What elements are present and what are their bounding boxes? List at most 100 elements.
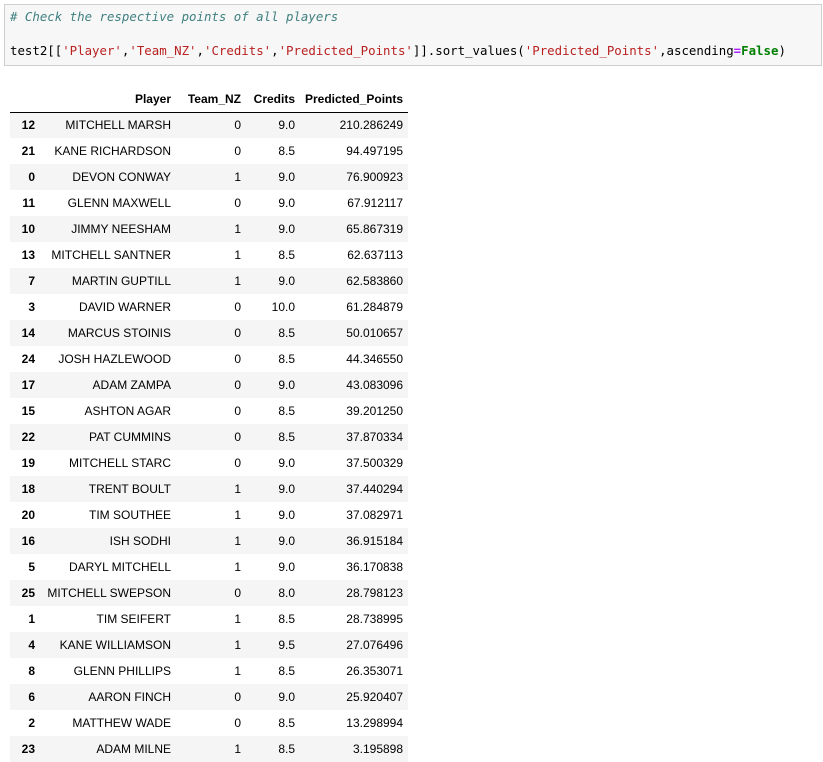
cell-predicted-points: 3.195898 bbox=[352, 742, 404, 756]
row-index: 15 bbox=[21, 404, 35, 418]
code-token: , bbox=[271, 43, 279, 58]
code-kwarg: ascending bbox=[666, 43, 734, 58]
cell-player: MITCHELL MARSH bbox=[65, 118, 171, 133]
cell-team-nz: 1 bbox=[234, 612, 241, 626]
cell-credits: 9.0 bbox=[278, 482, 295, 496]
table-row: 7 MARTIN GUPTILL 1 9.0 62.583860 bbox=[10, 268, 409, 294]
cell-predicted-points: 37.082971 bbox=[346, 508, 404, 522]
cell-team-nz: 1 bbox=[234, 742, 241, 756]
cell-predicted-points: 43.083096 bbox=[346, 378, 404, 392]
cell-predicted-points: 94.497195 bbox=[346, 144, 404, 158]
table-row: 5 DARYL MITCHELL 1 9.0 36.170838 bbox=[10, 554, 408, 580]
row-index: 21 bbox=[21, 144, 35, 158]
cell-team-nz: 1 bbox=[234, 534, 241, 548]
cell-player: MITCHELL SANTNER bbox=[51, 248, 171, 262]
code-string: 'Credits' bbox=[203, 43, 272, 58]
cell-team-nz: 0 bbox=[234, 716, 241, 730]
table-row: 11 GLENN MAXWELL 0 9.0 67.912117 bbox=[10, 190, 408, 216]
code-cell-input[interactable]: # Check the respective points of all pla… bbox=[4, 4, 822, 66]
cell-team-nz: 1 bbox=[234, 248, 241, 262]
code-string: 'Player' bbox=[62, 43, 122, 58]
table-row: 3 DAVID WARNER 0 10.0 61.284879 bbox=[10, 294, 408, 320]
cell-team-nz: 0 bbox=[234, 456, 241, 470]
cell-credits: 8.5 bbox=[278, 716, 295, 730]
cell-player: DEVON CONWAY bbox=[72, 170, 171, 184]
row-index: 4 bbox=[28, 638, 35, 652]
cell-credits: 9.0 bbox=[278, 196, 295, 210]
cell-team-nz: 1 bbox=[234, 222, 241, 236]
code-comment: # Check the respective points of all pla… bbox=[10, 9, 339, 24]
table-row: 17 ADAM ZAMPA 0 9.0 43.083096 bbox=[10, 372, 409, 398]
table-row: 1 TIM SEIFERT 1 8.5 28.738995 bbox=[10, 606, 408, 632]
cell-credits: 8.0 bbox=[278, 586, 295, 600]
row-index: 2 bbox=[28, 716, 35, 730]
cell-player: ADAM ZAMPA bbox=[92, 378, 171, 392]
cell-player: PAT CUMMINS bbox=[88, 430, 171, 444]
cell-credits: 9.0 bbox=[278, 274, 295, 288]
cell-credits: 9.0 bbox=[278, 456, 295, 470]
column-header-predicted-points: Predicted_Points bbox=[300, 86, 409, 113]
table-row: 16 ISH SODHI 1 9.0 36.915184 bbox=[10, 528, 409, 554]
cell-player: GLENN MAXWELL bbox=[67, 196, 171, 210]
row-index: 13 bbox=[21, 248, 35, 262]
cell-team-nz: 1 bbox=[234, 560, 241, 574]
code-string: 'Predicted_Points' bbox=[278, 43, 413, 58]
cell-predicted-points: 210.286249 bbox=[339, 118, 404, 133]
table-row: 24 JOSH HAZLEWOOD 0 8.5 44.346550 bbox=[10, 346, 408, 372]
cell-predicted-points: 50.010657 bbox=[346, 326, 404, 340]
cell-predicted-points: 62.583860 bbox=[346, 274, 404, 288]
row-index: 5 bbox=[28, 560, 35, 574]
cell-team-nz: 0 bbox=[234, 118, 241, 133]
table-row: 13 MITCHELL SANTNER 1 8.5 62.637113 bbox=[10, 242, 408, 268]
cell-team-nz: 1 bbox=[234, 664, 241, 678]
cell-player: DARYL MITCHELL bbox=[68, 560, 171, 574]
cell-predicted-points: 28.798123 bbox=[346, 586, 404, 600]
row-index: 11 bbox=[22, 196, 35, 210]
cell-credits: 8.5 bbox=[278, 664, 295, 678]
cell-player: ASHTON AGAR bbox=[84, 404, 171, 418]
cell-credits: 9.0 bbox=[278, 534, 295, 548]
cell-credits: 9.0 bbox=[278, 508, 295, 522]
cell-player: MITCHELL SWEPSON bbox=[47, 586, 171, 600]
row-index: 20 bbox=[21, 508, 35, 522]
row-index: 16 bbox=[21, 534, 35, 548]
cell-team-nz: 0 bbox=[234, 144, 241, 158]
column-header-team-nz: Team_NZ bbox=[176, 86, 246, 113]
cell-team-nz: 1 bbox=[234, 170, 241, 184]
cell-credits: 8.5 bbox=[278, 612, 295, 626]
cell-player: TIM SOUTHEE bbox=[88, 508, 171, 522]
row-index: 0 bbox=[28, 170, 35, 184]
cell-player: JOSH HAZLEWOOD bbox=[58, 352, 171, 366]
cell-predicted-points: 36.915184 bbox=[346, 534, 404, 548]
row-index: 7 bbox=[28, 274, 35, 288]
cell-credits: 8.5 bbox=[278, 404, 295, 418]
table-row: 12 MITCHELL MARSH 0 9.0 210.286249 bbox=[10, 112, 409, 138]
table-row: 20 TIM SOUTHEE 1 9.0 37.082971 bbox=[10, 502, 408, 528]
code-token: ) bbox=[778, 43, 786, 58]
cell-credits: 8.5 bbox=[278, 430, 295, 444]
code-statement: test2[['Player','Team_NZ','Credits','Pre… bbox=[10, 43, 786, 59]
cell-predicted-points: 37.440294 bbox=[346, 482, 404, 496]
cell-player: KANE RICHARDSON bbox=[54, 144, 171, 158]
cell-predicted-points: 26.353071 bbox=[346, 664, 404, 678]
cell-predicted-points: 37.870334 bbox=[346, 430, 404, 444]
cell-predicted-points: 28.738995 bbox=[346, 612, 404, 626]
cell-output: Player Team_NZ Credits Predicted_Points … bbox=[10, 86, 409, 762]
row-index: 10 bbox=[21, 222, 35, 236]
cell-predicted-points: 36.170838 bbox=[346, 560, 404, 574]
table-row: 2 MATTHEW WADE 0 8.5 13.298994 bbox=[10, 710, 408, 736]
cell-credits: 8.5 bbox=[278, 248, 295, 262]
cell-credits: 9.0 bbox=[278, 690, 295, 704]
code-token: ]].sort_values( bbox=[412, 43, 525, 58]
cell-team-nz: 0 bbox=[234, 404, 241, 418]
table-body: 1 2 MITCHELL MARSH 0 9.0 210.286249 21 KANE RIC… bbox=[10, 112, 409, 762]
cell-predicted-points: 13.298994 bbox=[346, 716, 404, 730]
cell-team-nz: 1 bbox=[234, 508, 241, 522]
cell-predicted-points: 67.912117 bbox=[347, 196, 404, 210]
row-index: 25 bbox=[21, 586, 35, 600]
row-index: 14 bbox=[21, 326, 35, 340]
cell-predicted-points: 44.346550 bbox=[346, 352, 404, 366]
cell-player: ISH SODHI bbox=[109, 534, 171, 548]
row-index: 18 bbox=[21, 482, 35, 496]
cell-team-nz: 1 bbox=[234, 638, 241, 652]
